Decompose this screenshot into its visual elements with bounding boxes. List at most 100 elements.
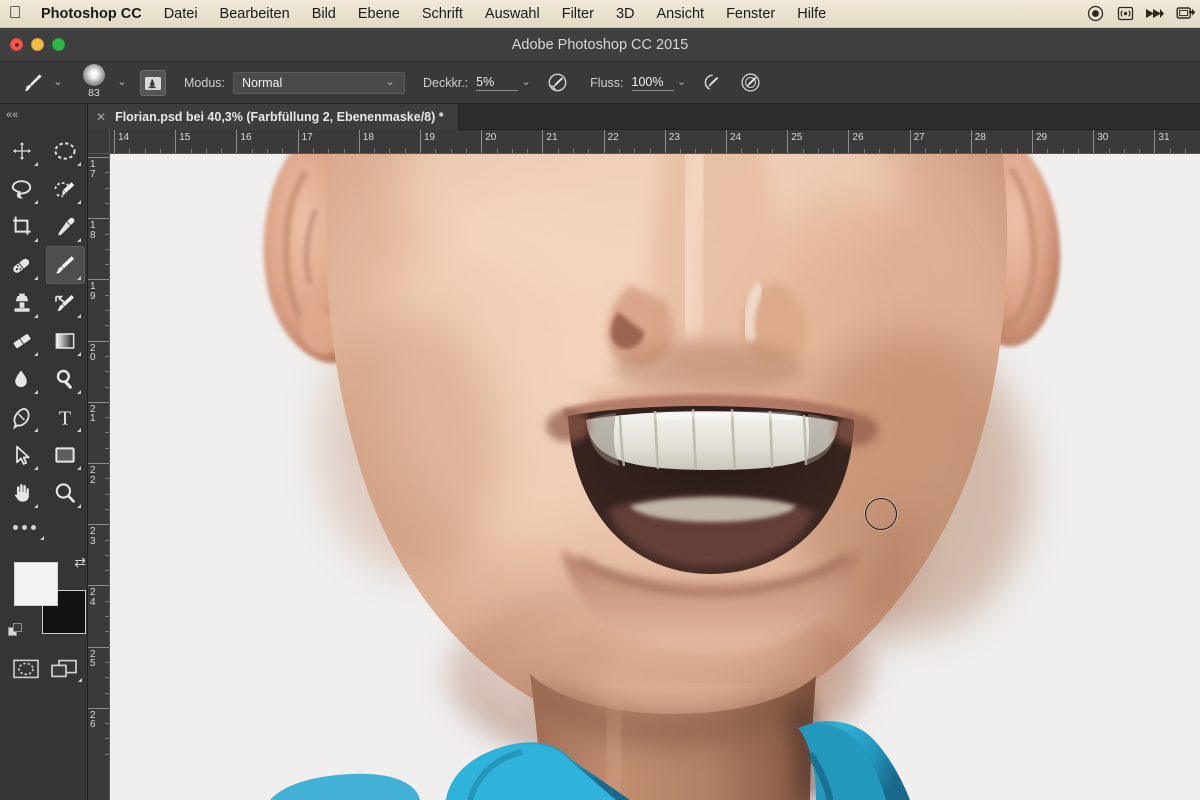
brush-tool-preset-chevron[interactable]: ⌄: [50, 77, 66, 88]
screen-record-icon[interactable]: [1080, 5, 1110, 22]
gradient-tool-icon[interactable]: [46, 322, 86, 360]
display-arrow-icon[interactable]: [1170, 5, 1200, 22]
pen-tool-icon[interactable]: [2, 398, 42, 436]
ruler-label: 21: [90, 405, 99, 424]
screen-mode-icon[interactable]: [48, 656, 80, 682]
menu-app-name[interactable]: Photoshop CC: [30, 6, 153, 22]
ruler-tick: [420, 130, 421, 154]
window-title: Adobe Photoshop CC 2015: [0, 37, 1200, 53]
ruler-label: 17: [90, 160, 99, 179]
collapse-panel-icon[interactable]: ««: [0, 104, 87, 126]
tool-corner-marker: [34, 314, 38, 318]
color-swatches: ⇄: [8, 556, 88, 644]
menu-item-schrift[interactable]: Schrift: [411, 6, 474, 22]
ruler-tick: [1154, 130, 1155, 154]
menu-item-auswahl[interactable]: Auswahl: [474, 6, 551, 22]
apple-logo-icon[interactable]: : [0, 4, 30, 24]
menu-item-3d[interactable]: 3D: [605, 6, 646, 22]
foreground-color-swatch[interactable]: [14, 562, 58, 606]
vertical-ruler[interactable]: 17181920212223242526: [88, 154, 110, 800]
dodge-tool-icon[interactable]: [46, 360, 86, 398]
pressure-size-icon[interactable]: [736, 69, 766, 97]
quick-selection-tool-icon[interactable]: [46, 170, 86, 208]
ruler-tick: [88, 647, 110, 648]
clone-stamp-tool-icon[interactable]: [2, 284, 42, 322]
type-tool-icon[interactable]: T: [46, 398, 86, 436]
move-tool-icon[interactable]: [2, 132, 42, 170]
zoom-button[interactable]: [52, 38, 65, 51]
swap-colors-icon[interactable]: ⇄: [74, 554, 86, 571]
menu-item-ebene[interactable]: Ebene: [347, 6, 411, 22]
close-button[interactable]: [10, 38, 23, 51]
ruler-label: 25: [791, 132, 802, 143]
ruler-tick: [88, 524, 110, 525]
blur-tool-icon[interactable]: [2, 360, 42, 398]
more-tools-icon[interactable]: [2, 512, 46, 542]
ruler-label: 22: [608, 132, 619, 143]
tool-corner-marker: [77, 428, 81, 432]
menu-item-filter[interactable]: Filter: [551, 6, 605, 22]
fast-forward-icon[interactable]: [1140, 5, 1170, 22]
lasso-tool-icon[interactable]: [2, 170, 42, 208]
mode-buttons: [0, 644, 87, 682]
tool-corner-marker: [77, 238, 81, 242]
crop-tool-icon[interactable]: [2, 208, 42, 246]
eyedropper-tool-icon[interactable]: [46, 208, 86, 246]
minimize-button[interactable]: [31, 38, 44, 51]
menu-item-fenster[interactable]: Fenster: [715, 6, 786, 22]
blend-mode-select[interactable]: Normal ⌄: [233, 72, 405, 94]
ruler-tick: [88, 402, 110, 403]
menu-item-ansicht[interactable]: Ansicht: [646, 6, 716, 22]
opacity-input[interactable]: 5%: [476, 75, 518, 91]
tool-corner-marker: [34, 466, 38, 470]
tool-corner-marker: [34, 352, 38, 356]
zoom-tool-icon[interactable]: [46, 474, 86, 512]
close-icon[interactable]: ✕: [96, 111, 106, 123]
menu-item-bearbeiten[interactable]: Bearbeiten: [209, 6, 301, 22]
menu-item-datei[interactable]: Datei: [153, 6, 209, 22]
menu-item-hilfe[interactable]: Hilfe: [786, 6, 837, 22]
eraser-tool-icon[interactable]: [2, 322, 42, 360]
path-selection-tool-icon[interactable]: [2, 436, 42, 474]
tool-corner-marker: [77, 162, 81, 166]
pressure-opacity-icon[interactable]: [542, 69, 572, 97]
mode-label: Modus:: [184, 76, 225, 90]
healing-brush-tool-icon[interactable]: [2, 246, 42, 284]
airbrush-icon[interactable]: [698, 69, 728, 97]
tool-corner-marker: [77, 276, 81, 280]
menu-item-bild[interactable]: Bild: [301, 6, 347, 22]
flow-chevron[interactable]: ⌄: [674, 77, 690, 88]
tool-corner-marker: [34, 238, 38, 242]
horizontal-ruler[interactable]: 141516171819202122232425262728293031: [110, 130, 1200, 154]
flow-input[interactable]: 100%: [632, 75, 674, 91]
ruler-corner[interactable]: [88, 130, 110, 154]
document-tab[interactable]: ✕ Florian.psd bei 40,3% (Farbfüllung 2, …: [88, 104, 459, 130]
hand-tool-icon[interactable]: [2, 474, 42, 512]
default-colors-icon[interactable]: [8, 623, 23, 638]
ruler-label: 16: [240, 132, 251, 143]
rectangle-shape-tool-icon[interactable]: [46, 436, 86, 474]
brush-size-preview[interactable]: 83: [74, 64, 114, 102]
elliptical-marquee-tool-icon[interactable]: [46, 132, 86, 170]
ruler-label: 20: [90, 344, 99, 363]
ruler-tick: [88, 585, 110, 586]
ruler-label: 20: [485, 132, 496, 143]
document-canvas[interactable]: [110, 154, 1200, 800]
ruler-tick: [88, 218, 110, 219]
ruler-label: 17: [302, 132, 313, 143]
portrait-artwork: [110, 154, 1200, 800]
canvas-scroll-area[interactable]: [110, 154, 1200, 800]
opacity-chevron[interactable]: ⌄: [518, 77, 534, 88]
tool-row: [0, 246, 87, 284]
brush-tool-icon[interactable]: [16, 68, 50, 98]
tool-row: T: [0, 398, 87, 436]
brush-tool-icon[interactable]: [46, 246, 86, 284]
tool-corner-marker: [78, 678, 82, 682]
airplay-icon[interactable]: [1110, 5, 1140, 22]
quick-mask-mode-icon[interactable]: [10, 656, 42, 682]
photoshop-window:  Photoshop CC Datei Bearbeiten Bild Ebe…: [0, 0, 1200, 800]
history-brush-tool-icon[interactable]: [46, 284, 86, 322]
brush-cursor-circle: [865, 498, 897, 530]
brush-picker-chevron[interactable]: ⌄: [114, 77, 130, 88]
brush-panel-toggle-icon[interactable]: [140, 70, 166, 96]
